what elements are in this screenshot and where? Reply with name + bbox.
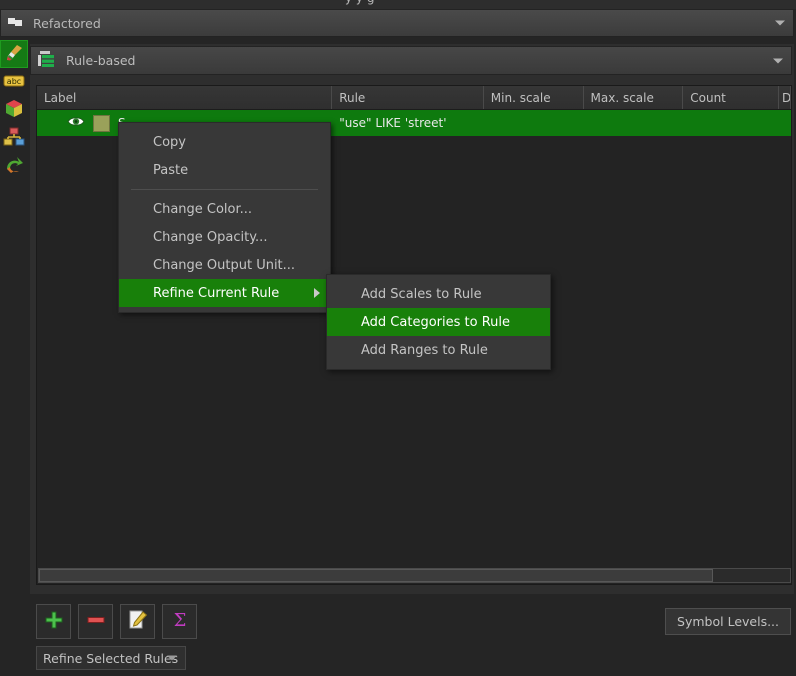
svg-text:abc: abc <box>7 77 21 86</box>
column-header-partial[interactable]: D <box>779 86 791 109</box>
svg-text:Σ: Σ <box>173 610 186 630</box>
menu-item-label: Add Categories to Rule <box>361 314 510 330</box>
menu-item-add-scales-to-rule[interactable]: Add Scales to Rule <box>327 280 550 308</box>
menu-item-label: Add Ranges to Rule <box>361 342 488 358</box>
remove-rule-button[interactable] <box>78 604 113 639</box>
rules-toolbar: Σ <box>36 604 197 639</box>
menu-item-change-opacity[interactable]: Change Opacity... <box>119 223 330 251</box>
cell-count[interactable] <box>683 110 779 136</box>
menu-item-add-ranges-to-rule[interactable]: Add Ranges to Rule <box>327 336 550 364</box>
menu-item-label: Refine Current Rule <box>153 285 280 301</box>
cell-partial[interactable] <box>779 110 791 136</box>
refine-selected-rules-combo[interactable]: Refine Selected Rules <box>36 646 186 670</box>
menu-item-change-output-unit[interactable]: Change Output Unit... <box>119 251 330 279</box>
symbol-levels-label: Symbol Levels... <box>677 614 779 629</box>
menu-item-paste[interactable]: Paste <box>119 156 330 184</box>
clipped-top-strip: y y g <box>0 0 796 9</box>
menu-item-label: Add Scales to Rule <box>361 286 482 302</box>
actions-arrow-icon <box>3 155 25 178</box>
chevron-down-icon[interactable] <box>775 20 785 26</box>
renderer-combo[interactable]: Rule-based <box>30 46 792 75</box>
edit-rule-button[interactable] <box>120 604 155 639</box>
sidebar-item-labels[interactable]: abc <box>0 68 28 96</box>
symbology-panel: y y g Refactored <box>0 0 796 676</box>
edit-pencil-icon <box>127 609 149 634</box>
menu-item-label: Change Output Unit... <box>153 257 296 273</box>
scrollbar-thumb[interactable] <box>39 569 713 582</box>
menu-separator <box>131 189 318 190</box>
clipped-top-text: y y g <box>345 0 374 5</box>
menu-item-label: Copy <box>153 134 186 150</box>
sidebar-item-symbology[interactable] <box>0 40 28 68</box>
column-header-rule[interactable]: Rule <box>332 86 484 109</box>
column-header-max-scale[interactable]: Max. scale <box>583 86 684 109</box>
menu-item-change-color[interactable]: Change Color... <box>119 195 330 223</box>
symbol-color-swatch[interactable] <box>93 114 110 132</box>
left-toolbar: abc <box>0 40 28 200</box>
horizontal-scrollbar[interactable] <box>38 568 791 583</box>
symbology-brush-icon <box>4 43 24 66</box>
menu-item-refine-current-rule[interactable]: Refine Current Rule <box>119 279 330 307</box>
rule-list-icon <box>37 50 57 71</box>
refine-rule-submenu: Add Scales to Rule Add Categories to Rul… <box>326 274 551 370</box>
symbol-levels-button[interactable]: Symbol Levels... <box>665 608 791 635</box>
cell-min-scale[interactable] <box>484 110 584 136</box>
chevron-right-icon <box>314 288 320 298</box>
add-rule-button[interactable] <box>36 604 71 639</box>
flag-icon <box>7 16 25 30</box>
column-header-count[interactable]: Count <box>683 86 779 109</box>
diagrams-icon <box>3 127 25 150</box>
style-combo[interactable]: Refactored <box>0 9 794 37</box>
refine-combo-label: Refine Selected Rules <box>43 650 179 666</box>
sidebar-item-diagrams[interactable] <box>0 124 28 152</box>
eye-visibility-icon[interactable] <box>67 115 85 131</box>
menu-item-label: Paste <box>153 162 189 178</box>
menu-item-label: Change Opacity... <box>153 229 268 245</box>
column-header-min-scale[interactable]: Min. scale <box>483 86 584 109</box>
menu-item-label: Change Color... <box>153 201 253 217</box>
menu-item-copy[interactable]: Copy <box>119 128 330 156</box>
chevron-down-icon[interactable] <box>167 655 177 661</box>
chevron-down-icon[interactable] <box>773 58 783 63</box>
cell-rule[interactable]: "use" LIKE 'street' <box>332 110 484 136</box>
sigma-icon: Σ <box>170 610 190 633</box>
table-header-row: Label Rule Min. scale Max. scale Count D <box>37 86 791 110</box>
context-menu: Copy Paste Change Color... Change Opacit… <box>118 122 331 313</box>
style-combo-value: Refactored <box>33 15 101 31</box>
cell-max-scale[interactable] <box>584 110 684 136</box>
count-features-button[interactable]: Σ <box>162 604 197 639</box>
sidebar-item-actions[interactable] <box>0 152 28 180</box>
renderer-combo-value: Rule-based <box>66 53 136 68</box>
minus-icon <box>86 610 106 633</box>
labels-abc-icon: abc <box>3 73 25 92</box>
3d-view-icon <box>3 98 25 123</box>
sidebar-item-3d-view[interactable] <box>0 96 28 124</box>
plus-icon <box>44 610 64 633</box>
menu-item-add-categories-to-rule[interactable]: Add Categories to Rule <box>327 308 550 336</box>
column-header-label[interactable]: Label <box>37 86 333 109</box>
